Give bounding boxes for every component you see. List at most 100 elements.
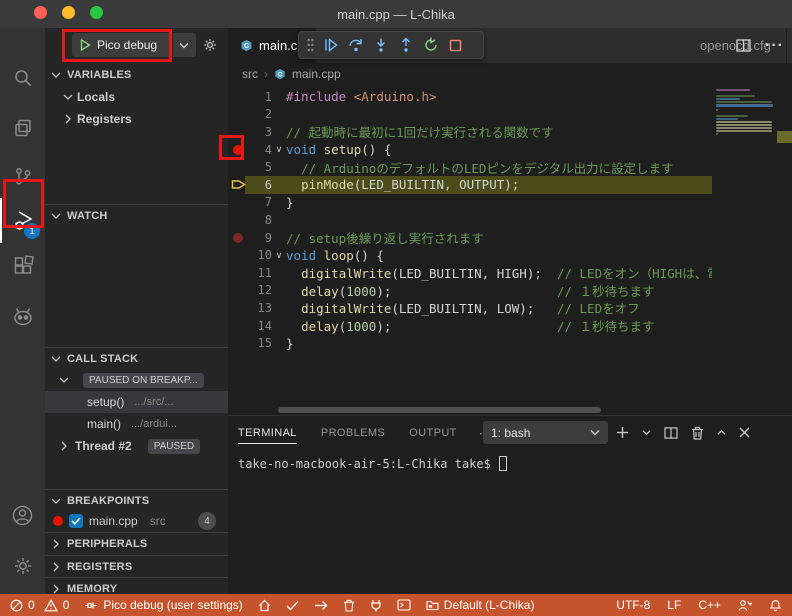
pio-clean-button[interactable] (343, 599, 355, 612)
search-icon[interactable] (0, 55, 45, 100)
glyph-margin[interactable] (228, 264, 248, 282)
stop-icon[interactable] (448, 38, 463, 53)
code-line-8[interactable]: 8 (228, 211, 712, 229)
kill-terminal-trash-icon[interactable] (691, 426, 704, 440)
panel-tab-terminal[interactable]: TERMINAL (238, 416, 297, 449)
code-line-2[interactable]: 2 (228, 106, 712, 124)
restart-icon[interactable] (423, 37, 439, 53)
minimap[interactable] (712, 85, 777, 405)
section-header-watch[interactable]: WATCH (45, 205, 228, 227)
start-debug-icon[interactable] (80, 39, 91, 51)
section-header-memory[interactable]: MEMORY (45, 578, 228, 594)
glyph-margin[interactable] (228, 194, 248, 212)
code-line-15[interactable]: 15} (228, 334, 712, 352)
code-line-7[interactable]: 7} (228, 194, 712, 212)
variables-item-registers[interactable]: Registers (45, 108, 228, 130)
glyph-margin[interactable] (228, 88, 248, 106)
language-mode-status[interactable]: C++ (698, 598, 721, 612)
variables-item-locals[interactable]: Locals (45, 86, 228, 108)
breadcrumb[interactable]: src › C main.cpp (228, 63, 792, 85)
launch-config-gear-icon[interactable] (202, 37, 218, 53)
terminal-content[interactable]: take-no-macbook-air-5:L-Chika take$ (238, 456, 507, 471)
terminal-shell-select[interactable]: 1: bash (483, 421, 608, 444)
breakpoint-checkbox[interactable] (69, 514, 83, 528)
pio-home-button[interactable] (258, 599, 271, 612)
pio-serial-monitor-button[interactable] (370, 599, 382, 612)
glyph-margin[interactable] (228, 246, 248, 264)
pio-upload-button[interactable] (314, 600, 328, 611)
toolbar-drag-grip[interactable] (307, 38, 314, 52)
problems-status[interactable]: 0 0 (10, 598, 69, 612)
glyph-margin[interactable] (228, 106, 248, 124)
code-line-9[interactable]: 9// setup後繰り返し実行されます (228, 229, 712, 247)
horizontal-scrollbar[interactable] (228, 405, 792, 415)
chevron-down-icon[interactable] (172, 33, 196, 57)
section-header-registers[interactable]: REGISTERS (45, 556, 228, 578)
fold-chevron-icon[interactable]: ∨ (272, 144, 286, 155)
code-line-10[interactable]: 10∨void loop() { (228, 246, 712, 264)
section-header-variables[interactable]: VARIABLES (45, 64, 228, 86)
terminal-profile-chevron-icon[interactable] (642, 429, 651, 436)
section-header-call-stack[interactable]: CALL STACK (45, 348, 228, 370)
glyph-margin[interactable] (228, 123, 248, 141)
source-control-icon[interactable] (0, 153, 45, 198)
glyph-margin[interactable] (228, 158, 248, 176)
debug-configuration-dropdown[interactable]: Pico debug (72, 33, 196, 57)
extensions-icon[interactable] (0, 243, 45, 288)
pio-project-env-selector[interactable]: Default (L-Chika) (426, 598, 535, 612)
continue-icon[interactable] (323, 37, 339, 53)
call-stack-session-row[interactable]: PAUSED ON BREAKP... (45, 369, 228, 391)
pio-terminal-button[interactable] (397, 599, 411, 611)
glyph-margin[interactable] (228, 282, 248, 300)
explorer-icon[interactable] (0, 105, 45, 150)
run-and-debug-icon[interactable]: 1 (0, 198, 45, 243)
code-line-3[interactable]: 3// 起動時に最初に1回だけ実行される関数です (228, 123, 712, 141)
code-line-4[interactable]: 4∨void setup() { (228, 141, 712, 159)
thread-row[interactable]: Thread #2 PAUSED (45, 435, 228, 457)
notifications-button[interactable] (769, 598, 782, 612)
split-editor-icon[interactable] (736, 39, 751, 52)
close-panel-icon[interactable] (739, 427, 750, 438)
panel-tab-output[interactable]: OUTPUT (409, 416, 457, 449)
pio-build-button[interactable] (286, 600, 299, 611)
tab-settings[interactable]: Settings (787, 28, 792, 63)
stack-frame-setup[interactable]: setup() .../src/... (45, 391, 228, 413)
settings-gear-icon[interactable] (0, 543, 45, 588)
code-line-5[interactable]: 5 // ArduinoのデフォルトのLEDピンをデジタル出力に設定します (228, 158, 712, 176)
close-window-button[interactable] (34, 6, 47, 19)
code-editor[interactable]: 1#include <Arduino.h>23// 起動時に最初に1回だけ実行さ… (228, 85, 792, 405)
split-terminal-icon[interactable] (664, 427, 678, 439)
glyph-margin[interactable] (228, 299, 248, 317)
more-actions-icon[interactable]: ··· (765, 37, 784, 55)
step-into-icon[interactable] (373, 37, 389, 53)
code-line-14[interactable]: 14 delay(1000); // １秒待ちます (228, 317, 712, 335)
section-header-breakpoints[interactable]: BREAKPOINTS (45, 490, 228, 512)
code-line-11[interactable]: 11 digitalWrite(LED_BUILTIN, HIGH); // L… (228, 264, 712, 282)
debug-session-status[interactable]: Pico debug (user settings) (84, 598, 242, 612)
step-over-icon[interactable] (348, 37, 364, 53)
glyph-margin[interactable] (228, 334, 248, 352)
overview-ruler[interactable] (777, 85, 792, 405)
glyph-margin[interactable] (228, 317, 248, 335)
scrollbar-thumb[interactable] (278, 407, 601, 413)
minimize-window-button[interactable] (62, 6, 75, 19)
section-header-peripherals[interactable]: PERIPHERALS (45, 533, 228, 555)
breakpoint-dot-icon[interactable] (228, 141, 248, 159)
maximize-window-button[interactable] (90, 6, 103, 19)
stack-frame-main[interactable]: main() .../ardui... (45, 413, 228, 435)
code-line-6[interactable]: 6 pinMode(LED_BUILTIN, OUTPUT); (228, 176, 712, 194)
glyph-margin[interactable] (228, 211, 248, 229)
eol-status[interactable]: LF (667, 598, 681, 612)
code-line-12[interactable]: 12 delay(1000); // １秒待ちます (228, 282, 712, 300)
new-terminal-icon[interactable] (616, 426, 629, 439)
step-out-icon[interactable] (398, 37, 414, 53)
encoding-status[interactable]: UTF-8 (616, 598, 650, 612)
breakpoint-dot-dim-icon[interactable] (228, 229, 248, 247)
code-line-1[interactable]: 1#include <Arduino.h> (228, 88, 712, 106)
maximize-panel-chevron-icon[interactable] (717, 429, 726, 436)
fold-chevron-icon[interactable]: ∨ (272, 250, 286, 261)
code-line-13[interactable]: 13 digitalWrite(LED_BUILTIN, LOW); // LE… (228, 299, 712, 317)
account-icon[interactable] (0, 493, 45, 538)
breadcrumb-folder[interactable]: src (242, 67, 258, 81)
breadcrumb-file[interactable]: main.cpp (292, 67, 341, 81)
